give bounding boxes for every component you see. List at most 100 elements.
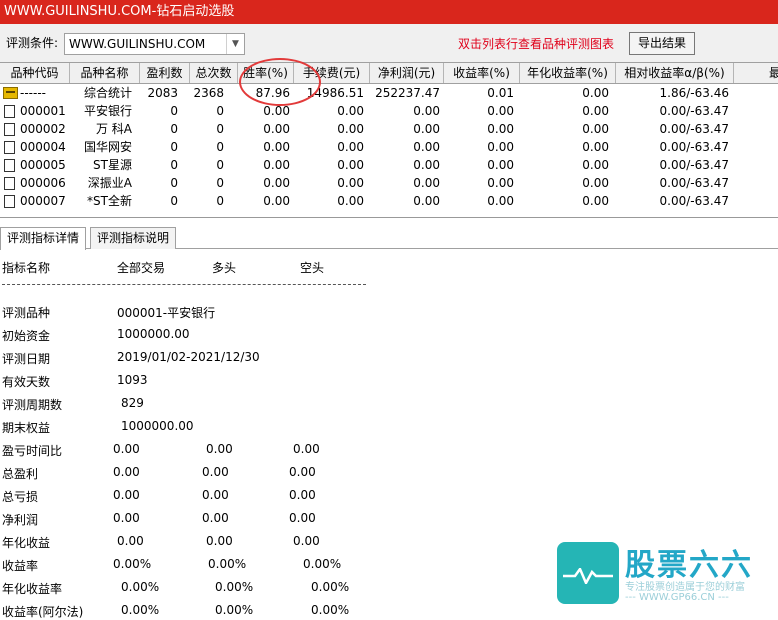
tab-detail[interactable]: 评测指标详情 bbox=[0, 227, 87, 250]
col-relative[interactable]: 相对收益率α/β(%) bbox=[616, 63, 734, 83]
col-annual[interactable]: 年化收益率(%) bbox=[520, 63, 616, 83]
detail-label: 期末权益 bbox=[2, 421, 51, 435]
col-max[interactable]: 最大 bbox=[734, 63, 778, 83]
cell-fee: 0.00 bbox=[337, 194, 364, 208]
cell-fee: 14986.51 bbox=[306, 86, 364, 100]
cell-rate: 0.00 bbox=[263, 194, 290, 208]
tab-explanation[interactable]: 评测指标说明 bbox=[90, 227, 177, 249]
document-icon bbox=[4, 159, 15, 172]
metric-value: 0.00% bbox=[215, 580, 254, 594]
cell-relative: 0.00/-63.47 bbox=[659, 194, 729, 208]
brand-url: --- WWW.GP66.CN --- bbox=[625, 592, 729, 603]
toolbar: 评测条件: WWW.GUILINSHU.COM ▼ 双击列表行查看品种评测图表 … bbox=[0, 24, 778, 62]
summary-row[interactable]: ------ 综合统计 2083 2368 87.96 14986.51 252237.47… bbox=[0, 84, 778, 102]
cell-rate: 0.00 bbox=[263, 158, 290, 172]
detail-value: 1000000.00 bbox=[117, 327, 190, 341]
document-icon bbox=[4, 105, 15, 118]
cell-code: 000007 bbox=[20, 194, 66, 208]
cell-win: 0 bbox=[170, 104, 178, 118]
detail-label: 评测日期 bbox=[2, 352, 51, 366]
col-name[interactable]: 品种名称 bbox=[70, 63, 140, 83]
metric-value: 0.00% bbox=[215, 603, 254, 617]
metric-value: 0.00% bbox=[113, 557, 152, 571]
cell-code: 000001 bbox=[20, 104, 66, 118]
window-title: WWW.GUILINSHU.COM-钻石启动选股 bbox=[0, 0, 778, 24]
cell-name: 深振业A bbox=[87, 176, 132, 190]
document-icon bbox=[4, 123, 15, 136]
metric-value: 0.00 bbox=[113, 465, 140, 479]
detail-value: 1000000.00 bbox=[121, 419, 194, 433]
cell-name: *ST全新 bbox=[87, 194, 132, 208]
metric-label: 总亏损 bbox=[2, 490, 39, 504]
cell-annual: 0.00 bbox=[582, 104, 609, 118]
detail-tabs: 评测指标详情 评测指标说明 bbox=[0, 225, 778, 250]
cell-win: 2083 bbox=[147, 86, 178, 100]
cell-win: 0 bbox=[170, 158, 178, 172]
col-return[interactable]: 收益率(%) bbox=[444, 63, 520, 83]
metric-value: 0.00 bbox=[113, 442, 140, 456]
metric-label: 总盈利 bbox=[2, 467, 39, 481]
cell-annual: 0.00 bbox=[582, 158, 609, 172]
brand-logo-icon bbox=[557, 542, 619, 604]
cell-total: 0 bbox=[216, 194, 224, 208]
results-table[interactable]: 品种代码 品种名称 盈利数 总次数 胜率(%) 手续费(元) 净利润(元) 收益… bbox=[0, 62, 778, 218]
table-row[interactable]: 000006 深振业A 0 0 0.00 0.00 0.00 0.00 0.00 0.00/-63… bbox=[0, 174, 778, 192]
chevron-down-icon[interactable]: ▼ bbox=[226, 34, 244, 54]
metric-label: 盈亏时间比 bbox=[2, 444, 63, 458]
cell-win: 0 bbox=[170, 176, 178, 190]
cell-ret: 0.00 bbox=[487, 176, 514, 190]
metric-value: 0.00% bbox=[208, 557, 247, 571]
detail-label: 有效天数 bbox=[2, 375, 51, 389]
document-icon bbox=[4, 177, 15, 190]
cell-ret: 0.01 bbox=[487, 86, 514, 100]
cell-ret: 0.00 bbox=[487, 158, 514, 172]
cell-fee: 0.00 bbox=[337, 140, 364, 154]
cell-max bbox=[734, 192, 778, 210]
col-total[interactable]: 总次数 bbox=[190, 63, 238, 83]
cell-win: 0 bbox=[170, 122, 178, 136]
cell-max bbox=[734, 120, 778, 138]
divider bbox=[2, 284, 366, 285]
table-row[interactable]: 000001 平安银行 0 0 0.00 0.00 0.00 0.00 0.00 0.00/-63… bbox=[0, 102, 778, 120]
metric-value: 0.00 bbox=[113, 511, 140, 525]
cell-profit: 0.00 bbox=[413, 122, 440, 136]
detail-value: 829 bbox=[121, 396, 144, 410]
cell-ret: 0.00 bbox=[487, 140, 514, 154]
table-row[interactable]: 000004 国华网安 0 0 0.00 0.00 0.00 0.00 0.00 0.00/-63… bbox=[0, 138, 778, 156]
metric-value: 0.00% bbox=[311, 580, 350, 594]
table-header: 品种代码 品种名称 盈利数 总次数 胜率(%) 手续费(元) 净利润(元) 收益… bbox=[0, 62, 778, 84]
metric-value: 0.00 bbox=[293, 442, 320, 456]
detail-label: 评测品种 bbox=[2, 306, 51, 320]
col-rate[interactable]: 胜率(%) bbox=[238, 63, 294, 83]
table-row[interactable]: 000005 ST星源 0 0 0.00 0.00 0.00 0.00 0.00 0.00/-63… bbox=[0, 156, 778, 174]
metric-value: 0.00 bbox=[206, 534, 233, 548]
cell-rate: 0.00 bbox=[263, 122, 290, 136]
metric-value: 0.00 bbox=[293, 534, 320, 548]
metric-label: 年化收益率 bbox=[2, 582, 63, 596]
cell-win: 0 bbox=[170, 140, 178, 154]
cell-annual: 0.00 bbox=[582, 194, 609, 208]
col-profit[interactable]: 净利润(元) bbox=[370, 63, 444, 83]
table-row[interactable]: 000002 万 科A 0 0 0.00 0.00 0.00 0.00 0.00 0.00/-63… bbox=[0, 120, 778, 138]
export-button[interactable]: 导出结果 bbox=[629, 32, 695, 55]
col-fee[interactable]: 手续费(元) bbox=[294, 63, 370, 83]
col-code[interactable]: 品种代码 bbox=[0, 63, 70, 83]
metric-value: 0.00 bbox=[289, 488, 316, 502]
cell-relative: 0.00/-63.47 bbox=[659, 158, 729, 172]
cell-rate: 87.96 bbox=[255, 86, 290, 100]
cell-name: 综合统计 bbox=[83, 86, 132, 100]
cell-relative: 1.86/-63.46 bbox=[659, 86, 729, 100]
cell-code: 000006 bbox=[20, 176, 66, 190]
cell-relative: 0.00/-63.47 bbox=[659, 176, 729, 190]
cell-annual: 0.00 bbox=[582, 140, 609, 154]
cell-profit: 0.00 bbox=[413, 140, 440, 154]
cell-code: ------ bbox=[20, 86, 46, 100]
metric-value: 0.00% bbox=[121, 603, 160, 617]
col-win[interactable]: 盈利数 bbox=[140, 63, 190, 83]
criteria-combo-value: WWW.GUILINSHU.COM bbox=[69, 37, 206, 51]
metric-value: 0.00 bbox=[289, 511, 316, 525]
table-row[interactable]: 000007 *ST全新 0 0 0.00 0.00 0.00 0.00 0.00 0.00/-6… bbox=[0, 192, 778, 210]
cell-total: 0 bbox=[216, 176, 224, 190]
metric-value: 0.00 bbox=[113, 488, 140, 502]
criteria-combo[interactable]: WWW.GUILINSHU.COM ▼ bbox=[64, 33, 245, 55]
